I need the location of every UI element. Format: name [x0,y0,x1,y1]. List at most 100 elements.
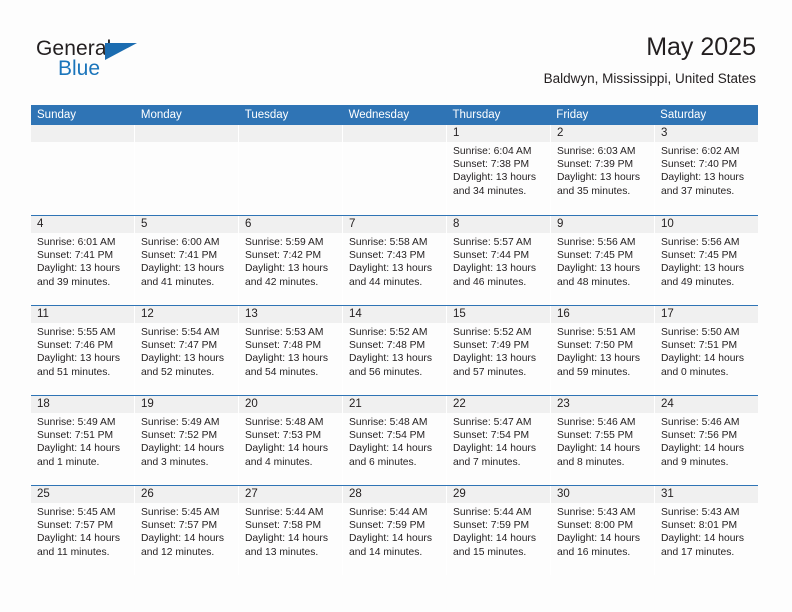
daylight-text-line1: Daylight: 14 hours [245,533,328,545]
daylight-text-line1: Daylight: 13 hours [245,263,328,275]
calendar-day-cell[interactable]: 2 Sunrise: 6:03 AM Sunset: 7:39 PM Daylight… [551,125,655,215]
calendar-day-cell[interactable]: 12 Sunrise: 5:54 AM Sunset: 7:47 PM Dayligh… [135,306,239,395]
day-sun-info: Sunrise: 5:52 AM Sunset: 7:48 PM Daylight:… [343,323,446,379]
day-number: 23 [551,396,654,413]
daylight-text-line1: Daylight: 13 hours [141,263,224,275]
sunset-text: Sunset: 7:43 PM [349,250,426,262]
sunset-text: Sunset: 7:48 PM [245,340,322,352]
calendar-day-cell[interactable]: 22 Sunrise: 5:47 AM Sunset: 7:54 PM Dayligh… [447,396,551,485]
sunrise-text: Sunrise: 5:47 AM [453,417,532,428]
daylight-text-line1: Daylight: 14 hours [141,443,224,455]
calendar-day-cell[interactable]: 30 Sunrise: 5:43 AM Sunset: 8:00 PM Dayligh… [551,486,655,575]
calendar-day-cell[interactable]: 21 Sunrise: 5:48 AM Sunset: 7:54 PM Dayligh… [343,396,447,485]
calendar-day-cell[interactable]: 9 Sunrise: 5:56 AM Sunset: 7:45 PM Daylight… [551,216,655,305]
calendar-day-cell[interactable]: 28 Sunrise: 5:44 AM Sunset: 7:59 PM Dayligh… [343,486,447,575]
calendar-day-cell[interactable]: 11 Sunrise: 5:55 AM Sunset: 7:46 PM Dayligh… [31,306,135,395]
calendar-day-cell-empty [239,125,343,215]
calendar-day-cell[interactable]: 23 Sunrise: 5:46 AM Sunset: 7:55 PM Dayligh… [551,396,655,485]
calendar-day-cell[interactable]: 18 Sunrise: 5:49 AM Sunset: 7:51 PM Dayligh… [31,396,135,485]
general-blue-logo[interactable]: General Blue [36,38,137,79]
calendar-day-cell[interactable]: 15 Sunrise: 5:52 AM Sunset: 7:49 PM Dayligh… [447,306,551,395]
sunrise-text: Sunrise: 5:53 AM [245,327,324,338]
day-number: 28 [343,486,446,503]
calendar-day-cell[interactable]: 1 Sunrise: 6:04 AM Sunset: 7:38 PM Daylight… [447,125,551,215]
calendar-day-cell[interactable]: 17 Sunrise: 5:50 AM Sunset: 7:51 PM Dayligh… [655,306,758,395]
title-block: May 2025 Baldwyn, Mississippi, United St… [544,32,756,88]
day-sun-info: Sunrise: 5:48 AM Sunset: 7:53 PM Daylight:… [239,413,342,469]
calendar-day-cell[interactable]: 14 Sunrise: 5:52 AM Sunset: 7:48 PM Dayligh… [343,306,447,395]
day-number: 15 [447,306,550,323]
daylight-text-line2: and 16 minutes. [557,546,631,558]
day-number: 25 [31,486,134,503]
day-sun-info: Sunrise: 5:54 AM Sunset: 7:47 PM Daylight:… [135,323,238,379]
day-number: 31 [655,486,758,503]
calendar-day-cell[interactable]: 24 Sunrise: 5:46 AM Sunset: 7:56 PM Dayligh… [655,396,758,485]
daylight-text-line1: Daylight: 13 hours [37,353,120,365]
calendar-day-cell[interactable]: 20 Sunrise: 5:48 AM Sunset: 7:53 PM Dayligh… [239,396,343,485]
sunrise-text: Sunrise: 5:44 AM [453,507,532,518]
calendar-day-cell[interactable]: 29 Sunrise: 5:44 AM Sunset: 7:59 PM Dayligh… [447,486,551,575]
weekday-header-monday: Monday [140,109,182,121]
daylight-text-line2: and 59 minutes. [557,366,631,378]
day-number: 19 [135,396,238,413]
daylight-text-line2: and 42 minutes. [245,276,319,288]
daylight-text-line2: and 12 minutes. [141,546,215,558]
calendar-day-cell[interactable]: 5 Sunrise: 6:00 AM Sunset: 7:41 PM Daylight… [135,216,239,305]
sunset-text: Sunset: 7:41 PM [37,250,114,262]
calendar-day-cell[interactable]: 10 Sunrise: 5:56 AM Sunset: 7:45 PM Dayligh… [655,216,758,305]
daylight-text-line1: Daylight: 13 hours [141,353,224,365]
day-sun-info: Sunrise: 6:01 AM Sunset: 7:41 PM Daylight:… [31,233,134,289]
day-number: 17 [655,306,758,323]
day-sun-info: Sunrise: 5:43 AM Sunset: 8:00 PM Daylight:… [551,503,654,559]
sunrise-text: Sunrise: 5:52 AM [453,327,532,338]
sunset-text: Sunset: 7:44 PM [453,250,530,262]
day-sun-info: Sunrise: 5:46 AM Sunset: 7:55 PM Daylight:… [551,413,654,469]
day-sun-info: Sunrise: 5:44 AM Sunset: 7:58 PM Daylight:… [239,503,342,559]
daylight-text-line2: and 44 minutes. [349,276,423,288]
daylight-text-line1: Daylight: 13 hours [453,263,536,275]
calendar-day-cell[interactable]: 3 Sunrise: 6:02 AM Sunset: 7:40 PM Daylight… [655,125,758,215]
calendar-week-row: 25 Sunrise: 5:45 AM Sunset: 7:57 PM Dayligh… [31,485,758,575]
calendar-day-cell[interactable]: 16 Sunrise: 5:51 AM Sunset: 7:50 PM Dayligh… [551,306,655,395]
day-number: 26 [135,486,238,503]
sunset-text: Sunset: 7:57 PM [141,520,218,532]
calendar-day-cell[interactable]: 6 Sunrise: 5:59 AM Sunset: 7:42 PM Daylight… [239,216,343,305]
daylight-text-line2: and 0 minutes. [661,366,729,378]
daylight-text-line2: and 7 minutes. [453,456,521,468]
day-number [135,125,238,142]
calendar-day-cell-empty [343,125,447,215]
daylight-text-line2: and 17 minutes. [661,546,735,558]
daylight-text-line2: and 51 minutes. [37,366,111,378]
sunset-text: Sunset: 7:51 PM [37,430,114,442]
sunset-text: Sunset: 7:56 PM [661,430,738,442]
day-number: 20 [239,396,342,413]
calendar-day-cell[interactable]: 4 Sunrise: 6:01 AM Sunset: 7:41 PM Daylight… [31,216,135,305]
calendar-week-row: 1 Sunrise: 6:04 AM Sunset: 7:38 PM Daylight… [31,125,758,215]
day-number [239,125,342,142]
calendar-day-cell[interactable]: 26 Sunrise: 5:45 AM Sunset: 7:57 PM Dayligh… [135,486,239,575]
calendar-day-cell[interactable]: 27 Sunrise: 5:44 AM Sunset: 7:58 PM Dayligh… [239,486,343,575]
weekday-header-saturday: Saturday [660,109,707,121]
calendar-day-cell[interactable]: 7 Sunrise: 5:58 AM Sunset: 7:43 PM Daylight… [343,216,447,305]
calendar-week-row: 4 Sunrise: 6:01 AM Sunset: 7:41 PM Daylight… [31,215,758,305]
calendar-day-cell[interactable]: 25 Sunrise: 5:45 AM Sunset: 7:57 PM Dayligh… [31,486,135,575]
day-number: 21 [343,396,446,413]
day-sun-info: Sunrise: 5:56 AM Sunset: 7:45 PM Daylight:… [551,233,654,289]
day-number: 2 [551,125,654,142]
day-sun-info: Sunrise: 6:02 AM Sunset: 7:40 PM Daylight:… [655,142,758,198]
sunset-text: Sunset: 8:00 PM [557,520,634,532]
sunset-text: Sunset: 7:52 PM [141,430,218,442]
sunset-text: Sunset: 7:54 PM [453,430,530,442]
sunrise-text: Sunrise: 6:01 AM [37,237,116,248]
calendar-day-cell[interactable]: 31 Sunrise: 5:43 AM Sunset: 8:01 PM Dayligh… [655,486,758,575]
sunrise-text: Sunrise: 5:46 AM [661,417,740,428]
calendar-day-cell[interactable]: 19 Sunrise: 5:49 AM Sunset: 7:52 PM Dayligh… [135,396,239,485]
day-sun-info: Sunrise: 5:47 AM Sunset: 7:54 PM Daylight:… [447,413,550,469]
daylight-text-line2: and 39 minutes. [37,276,111,288]
sunrise-text: Sunrise: 5:56 AM [557,237,636,248]
calendar-day-cell[interactable]: 13 Sunrise: 5:53 AM Sunset: 7:48 PM Dayligh… [239,306,343,395]
daylight-text-line2: and 8 minutes. [557,456,625,468]
calendar-day-cell[interactable]: 8 Sunrise: 5:57 AM Sunset: 7:44 PM Daylight… [447,216,551,305]
day-sun-info: Sunrise: 5:51 AM Sunset: 7:50 PM Daylight:… [551,323,654,379]
daylight-text-line1: Daylight: 14 hours [557,443,640,455]
